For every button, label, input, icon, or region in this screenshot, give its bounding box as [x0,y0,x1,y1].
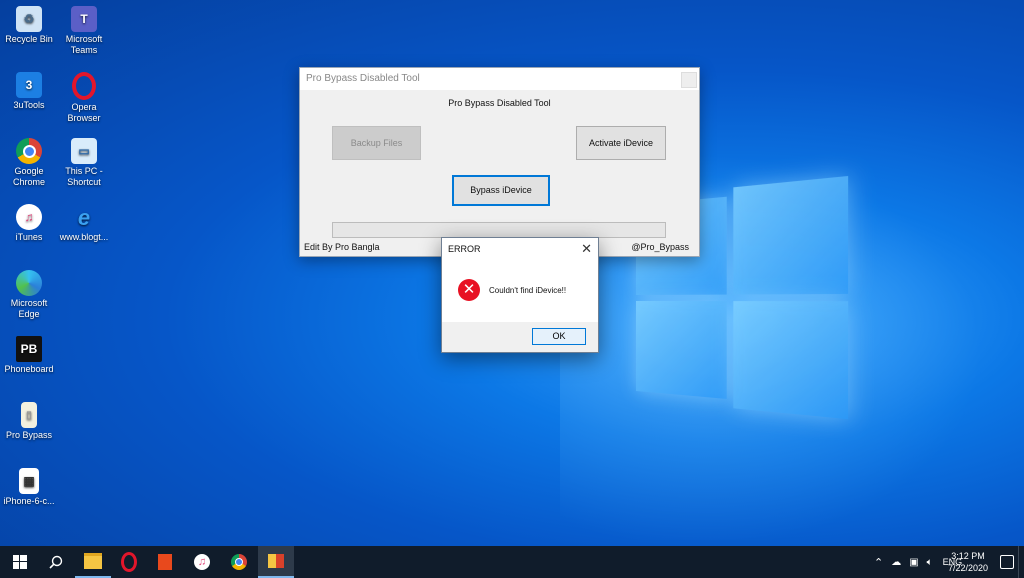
start-button[interactable] [2,546,38,578]
opera-icon [121,552,137,572]
desktop-icon-edge[interactable]: Microsoft Edge [0,270,58,320]
recycle-bin-icon: ♻ [16,6,42,32]
desktop-icon-label: iPhone-6-c... [3,496,55,506]
desktop-icon-label: www.blogt... [59,232,109,242]
ok-button[interactable]: OK [532,328,586,345]
folder-icon [84,553,102,569]
close-icon[interactable]: ✕ [581,238,592,260]
taskbar-office[interactable] [147,546,183,578]
taskbar: ♫ ⌃ ☁ ▣ 🔈︎ ENG 3:12 PM 7/22/2020 [0,546,1024,578]
taskbar-chrome[interactable] [221,546,257,578]
desktop-icon-label: This PC - Shortcut [65,166,103,187]
chrome-icon [231,554,247,570]
desktop-icon-label: Opera Browser [67,102,101,123]
desktop-icon-label: Recycle Bin [5,34,53,44]
dialog-titlebar[interactable]: ERROR ✕ [442,238,598,260]
desktop-icon-teams[interactable]: T Microsoft Teams [55,6,113,56]
dialog-title: ERROR [448,244,481,254]
search-icon [49,555,63,569]
itunes-icon: ♫ [16,204,42,230]
cloud-icon[interactable]: ☁ [891,557,901,568]
phoneboard-icon: PB [16,336,42,362]
clock-date: 7/22/2020 [947,563,988,573]
volume-icon[interactable]: 🔈︎ [927,557,933,568]
backup-files-button[interactable]: Backup Files [332,126,421,160]
desktop-icon-label: Google Chrome [12,166,45,187]
clock[interactable]: 3:12 PM 7/22/2020 [948,550,988,574]
archive-icon: ▦ [19,468,39,494]
office-icon [158,554,172,570]
chevron-up-icon[interactable]: ⌃ [874,556,883,569]
opera-icon [72,72,96,100]
progress-bar [332,222,666,238]
chrome-icon [16,138,42,164]
3utools-icon: 3 [16,72,42,98]
desktop-icon-label: Phoneboard [4,364,54,374]
desktop-icon-blog-link[interactable]: e www.blogt... [55,204,113,243]
windows-start-icon [13,555,27,569]
itunes-icon: ♫ [194,554,210,570]
pro-bypass-window: Pro Bypass Disabled Tool Pro Bypass Disa… [299,67,700,257]
pro-bypass-app-icon [268,554,284,568]
taskbar-file-explorer[interactable] [75,546,111,578]
desktop-icon-label: iTunes [15,232,43,242]
internet-explorer-icon: e [77,204,91,230]
teams-icon: T [71,6,97,32]
desktop-icon-iphone-file[interactable]: ▦ iPhone-6-c... [0,468,58,507]
network-icon[interactable]: ▣ [909,557,918,568]
activate-idevice-button[interactable]: Activate iDevice [576,126,666,160]
desktop-icon-phoneboard[interactable]: PB Phoneboard [0,336,58,375]
taskbar-opera[interactable] [111,546,147,578]
computer-icon: ▭ [71,138,97,164]
desktop-icon-label: Microsoft Teams [65,34,103,55]
dialog-body: ✕ Couldn't find iDevice!! [442,260,598,320]
error-icon: ✕ [458,279,480,301]
desktop-icon-3utools[interactable]: 3 3uTools [0,72,58,111]
bypass-idevice-button[interactable]: Bypass iDevice [452,175,550,206]
app-heading: Pro Bypass Disabled Tool [448,98,551,108]
window-titlebar[interactable]: Pro Bypass Disabled Tool [300,68,699,90]
desktop-icon-label: Microsoft Edge [10,298,48,319]
show-desktop-button[interactable] [1018,546,1024,578]
author-credit: Edit By Pro Bangla [304,242,380,252]
author-handle: @Pro_Bypass [631,242,689,252]
error-dialog: ERROR ✕ ✕ Couldn't find iDevice!! OK [441,237,599,353]
pro-bypass-icon: ▯ [21,402,37,428]
desktop-icon-this-pc[interactable]: ▭ This PC - Shortcut [55,138,113,188]
error-message: Couldn't find iDevice!! [489,286,567,295]
desktop-icon-itunes[interactable]: ♫ iTunes [0,204,58,243]
window-control-button[interactable] [681,72,697,88]
desktop-icon-recycle-bin[interactable]: ♻ Recycle Bin [0,6,58,45]
desktop-icon-opera[interactable]: Opera Browser [55,72,113,124]
dialog-footer: OK [442,322,598,352]
taskbar-itunes[interactable]: ♫ [184,546,220,578]
clock-time: 3:12 PM [951,551,985,561]
taskbar-pro-bypass[interactable] [258,546,294,578]
desktop-icon-chrome[interactable]: Google Chrome [0,138,58,188]
desktop-icon-label: 3uTools [13,100,45,110]
notification-icon[interactable] [1000,555,1014,569]
search-button[interactable] [38,546,74,578]
edge-icon [16,270,42,296]
desktop-icon-pro-bypass[interactable]: ▯ Pro Bypass [0,402,58,441]
window-title: Pro Bypass Disabled Tool [306,73,420,84]
desktop-icon-label: Pro Bypass [5,430,53,440]
